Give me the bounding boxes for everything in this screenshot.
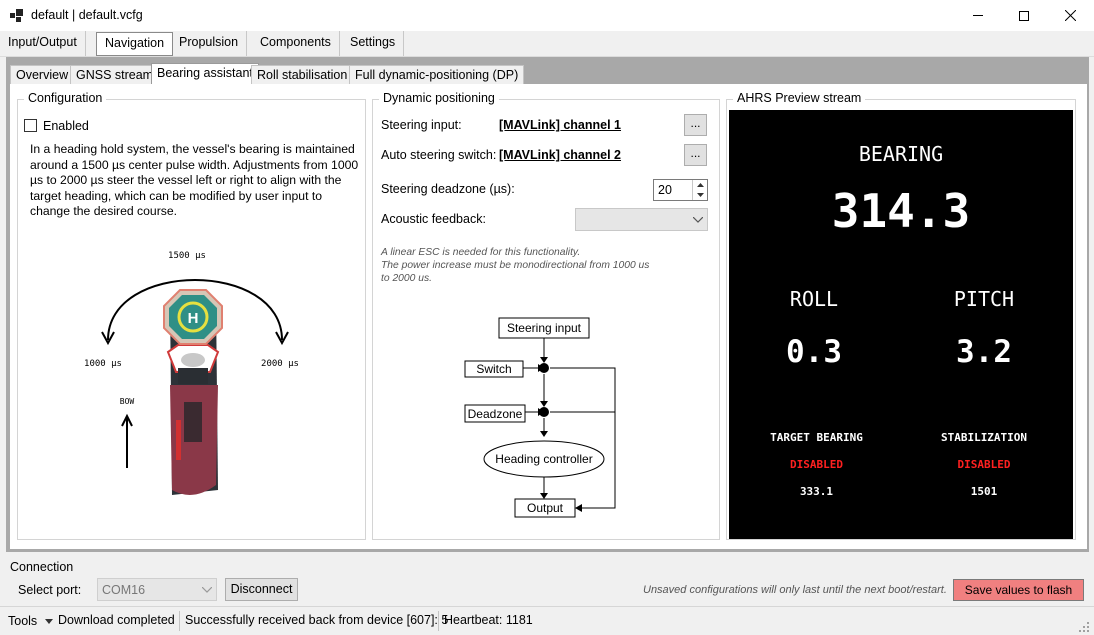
subtab-overview[interactable]: Overview [10, 65, 75, 84]
close-button[interactable] [1047, 0, 1093, 31]
subtab-full-dp[interactable]: Full dynamic-positioning (DP) [349, 65, 525, 84]
unsaved-note: Unsaved configurations will only last un… [643, 584, 947, 596]
tools-label: Tools [8, 614, 38, 628]
deadzone-value: 20 [658, 183, 672, 197]
roll-label: ROLL [789, 287, 839, 311]
deadzone-stepper[interactable]: 20 [653, 179, 708, 201]
tab-input-output[interactable]: Input/Output [0, 31, 86, 56]
note-line-2: The power increase must be monodirection… [381, 260, 650, 271]
main-tab-bar: Input/Output Navigation Propulsion Compo… [0, 31, 1094, 57]
roll-value: 0.3 [786, 334, 842, 370]
dynamic-positioning-title: Dynamic positioning [379, 91, 499, 105]
port-value: COM16 [102, 583, 146, 597]
flow-label-output: Output [527, 501, 564, 515]
heartbeat-status: Heartbeat: 1181 [444, 613, 533, 627]
steering-input-link[interactable]: [MAVLink] channel 1 [499, 118, 621, 132]
auto-switch-label: Auto steering switch: [381, 148, 497, 162]
diagram-left-label: 1000 µs [84, 359, 122, 369]
received-status: Successfully received back from device [… [185, 613, 449, 627]
tab-propulsion[interactable]: Propulsion [171, 31, 248, 56]
tools-dropdown[interactable]: Tools [8, 607, 58, 635]
target-bearing-label: TARGET BEARING [770, 431, 863, 444]
acoustic-label: Acoustic feedback: [381, 212, 486, 226]
sub-tab-bar: Overview GNSS stream Bearing assistant R… [8, 63, 1087, 85]
diagram-bow-label: BOW [120, 397, 135, 406]
pitch-value: 3.2 [956, 334, 1012, 370]
stabilization-status: DISABLED [957, 458, 1011, 471]
port-select[interactable]: COM16 [97, 578, 217, 601]
chevron-down-icon [693, 217, 703, 223]
target-bearing-status: DISABLED [790, 458, 843, 471]
download-status: Download completed [58, 613, 175, 627]
tab-settings[interactable]: Settings [342, 31, 405, 56]
steering-input-label: Steering input: [381, 118, 462, 132]
tab-navigation[interactable]: Navigation [96, 32, 174, 56]
app-icon [10, 9, 23, 22]
ahrs-title: AHRS Preview stream [733, 91, 866, 105]
enabled-label: Enabled [43, 119, 89, 133]
status-bar: Tools Download completed Successfully re… [0, 606, 1094, 635]
diagram-right-label: 2000 µs [261, 359, 299, 369]
note-line-3: to 2000 us. [381, 273, 432, 284]
note-line-1: A linear ESC is needed for this function… [381, 247, 581, 258]
auto-switch-browse-button[interactable]: ... [684, 144, 707, 166]
minimize-button[interactable] [955, 0, 1001, 31]
pitch-label: PITCH [953, 287, 1015, 311]
bearing-label: BEARING [858, 142, 944, 166]
configuration-description: In a heading hold system, the vessel's b… [30, 142, 359, 218]
title-bar: default | default.vcfg [0, 0, 1094, 31]
enabled-checkbox[interactable] [24, 119, 37, 135]
bearing-value: 314.3 [831, 184, 971, 238]
flow-label-heading-controller: Heading controller [495, 452, 592, 466]
chevron-down-icon [45, 618, 54, 624]
chevron-down-icon [697, 193, 704, 197]
port-label: Select port: [18, 583, 82, 597]
chevron-down-icon [202, 587, 212, 593]
stabilization-label: STABILIZATION [940, 431, 1028, 444]
minimize-icon [973, 15, 983, 16]
enabled-checkbox-box[interactable] [24, 119, 37, 132]
disconnect-button[interactable]: Disconnect [225, 578, 298, 601]
flow-label-steering-input: Steering input [507, 321, 582, 335]
subtab-bearing-assistant[interactable]: Bearing assistant [151, 63, 259, 85]
maximize-icon [1019, 10, 1029, 21]
steering-diagram: 1500 µs 1000 µs 2000 µs BOW H [84, 251, 299, 495]
helipad-letter: H [188, 310, 199, 327]
maximize-button[interactable] [1001, 0, 1047, 31]
tab-components[interactable]: Components [252, 31, 340, 56]
window-title: default | default.vcfg [31, 8, 143, 22]
linear-esc-note: A linear ESC is needed for this function… [381, 246, 649, 285]
stabilization-value: 1501 [970, 485, 998, 498]
diagram-top-label: 1500 µs [168, 251, 206, 261]
target-bearing-value: 333.1 [799, 485, 834, 498]
flow-label-deadzone: Deadzone [468, 407, 523, 421]
steering-input-browse-button[interactable]: ... [684, 114, 707, 136]
status-separator [438, 611, 439, 631]
status-separator [179, 611, 180, 631]
ahrs-preview-screen: BEARING 314.3 ROLL PITCH 0.3 3.2 TARGET … [729, 110, 1073, 539]
chevron-up-icon [697, 183, 704, 187]
flow-label-switch: Switch [476, 362, 511, 376]
connection-title: Connection [10, 560, 74, 574]
deadzone-down-button[interactable] [692, 190, 708, 200]
heading-flow-diagram: Steering input Switch Deadzone Heading c… [464, 317, 616, 518]
close-icon [1064, 10, 1076, 21]
connection-panel: Connection Select port: COM16 Disconnect… [0, 559, 1094, 606]
auto-switch-link[interactable]: [MAVLink] channel 2 [499, 148, 621, 162]
save-to-flash-button[interactable]: Save values to flash [953, 579, 1084, 601]
acoustic-select[interactable] [575, 208, 708, 231]
deadzone-label: Steering deadzone (µs): [381, 182, 515, 196]
configuration-title: Configuration [24, 91, 107, 105]
deadzone-up-button[interactable] [692, 180, 708, 190]
subtab-gnss-stream[interactable]: GNSS stream [70, 65, 160, 84]
subtab-roll-stabilisation[interactable]: Roll stabilisation [251, 65, 354, 84]
resize-grip-icon[interactable] [1078, 621, 1090, 633]
